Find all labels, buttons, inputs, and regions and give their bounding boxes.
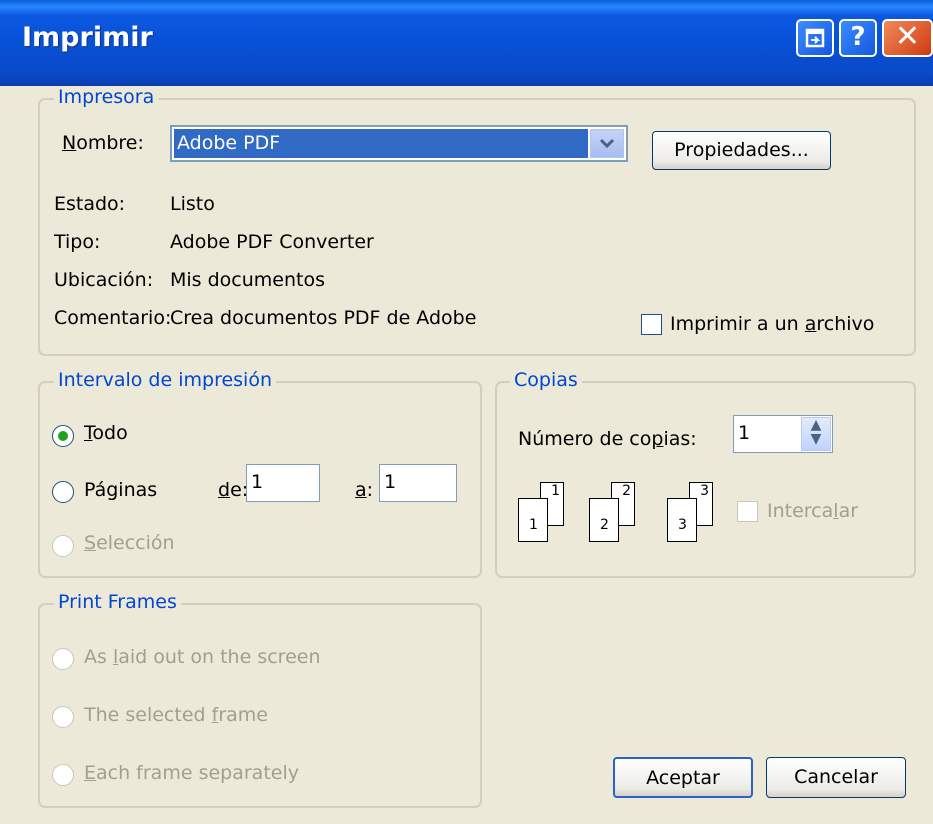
window-title: Imprimir bbox=[22, 22, 153, 53]
collate-label[interactable]: Intercalar bbox=[767, 500, 858, 522]
properties-button[interactable]: Propiedades... bbox=[652, 131, 831, 170]
frames-option2-label[interactable]: The selected frame bbox=[84, 704, 268, 726]
printer-name-label: Nombre: bbox=[62, 132, 144, 154]
range-selection-radio[interactable] bbox=[52, 535, 74, 557]
range-from-input[interactable]: 1 bbox=[246, 464, 320, 502]
help-button[interactable]: ? bbox=[839, 19, 877, 57]
ok-button-label: Aceptar bbox=[646, 767, 720, 789]
range-all-radio[interactable] bbox=[52, 425, 74, 447]
location-value: Mis documentos bbox=[170, 269, 325, 291]
collate-page-1-front: 1 bbox=[518, 498, 548, 542]
collate-page-3-front: 3 bbox=[667, 498, 697, 542]
copies-count-label: Número de copias: bbox=[518, 428, 697, 450]
range-to-input[interactable]: 1 bbox=[379, 464, 457, 502]
copies-count-value: 1 bbox=[738, 422, 751, 444]
print-range-legend: Intervalo de impresión bbox=[54, 369, 276, 391]
ok-button[interactable]: Aceptar bbox=[613, 757, 753, 798]
printer-name-combobox[interactable]: Adobe PDF bbox=[170, 125, 628, 162]
collate-page-2-front: 2 bbox=[589, 498, 619, 542]
spinner-arrows-icon[interactable]: ▲ ▼ bbox=[801, 417, 831, 451]
print-frames-legend: Print Frames bbox=[54, 591, 181, 613]
cancel-button-label: Cancelar bbox=[794, 766, 878, 788]
frames-option2-radio[interactable] bbox=[52, 706, 74, 728]
collate-page-label: 2 bbox=[600, 517, 609, 533]
cancel-button[interactable]: Cancelar bbox=[766, 757, 906, 798]
location-label: Ubicación: bbox=[54, 269, 154, 291]
restore-button[interactable] bbox=[796, 19, 834, 57]
range-selection-label[interactable]: Selección bbox=[84, 532, 175, 554]
copies-legend: Copias bbox=[510, 369, 582, 391]
printer-group-legend: Impresora bbox=[54, 86, 159, 108]
title-bar[interactable]: Imprimir ? ✕ bbox=[0, 0, 933, 86]
type-label: Tipo: bbox=[54, 231, 101, 253]
frames-option1-radio[interactable] bbox=[52, 648, 74, 670]
print-to-file-label[interactable]: Imprimir a un archivo bbox=[670, 313, 874, 335]
range-pages-radio[interactable] bbox=[52, 481, 74, 503]
print-to-file-checkbox[interactable] bbox=[641, 314, 662, 335]
comment-value: Crea documentos PDF de Adobe bbox=[170, 307, 477, 329]
collate-page-label: 1 bbox=[551, 483, 560, 499]
chevron-down-icon bbox=[599, 138, 615, 149]
dropdown-button[interactable] bbox=[590, 129, 624, 158]
collate-page-label: 2 bbox=[622, 483, 631, 499]
restore-icon bbox=[805, 28, 825, 48]
frames-option3-radio[interactable] bbox=[52, 764, 74, 786]
status-label: Estado: bbox=[54, 193, 126, 215]
frames-option3-label[interactable]: Each frame separately bbox=[84, 762, 299, 784]
range-to-label: a: bbox=[355, 479, 374, 501]
range-from-label: de: bbox=[218, 479, 249, 501]
properties-button-label: Propiedades... bbox=[674, 139, 809, 161]
type-value: Adobe PDF Converter bbox=[170, 231, 374, 253]
status-value: Listo bbox=[170, 193, 215, 215]
range-pages-label[interactable]: Páginas bbox=[84, 479, 157, 501]
collate-checkbox[interactable] bbox=[737, 501, 758, 522]
close-icon: ✕ bbox=[894, 19, 921, 54]
help-icon: ? bbox=[850, 22, 866, 52]
collate-page-label: 3 bbox=[678, 517, 687, 533]
collate-page-label: 3 bbox=[700, 483, 709, 499]
frames-option1-label[interactable]: As laid out on the screen bbox=[84, 646, 320, 668]
copies-group bbox=[495, 381, 916, 578]
collate-page-label: 1 bbox=[529, 517, 538, 533]
printer-name-value: Adobe PDF bbox=[174, 129, 588, 158]
close-button[interactable]: ✕ bbox=[882, 19, 933, 57]
comment-label: Comentario: bbox=[54, 307, 172, 329]
range-all-label[interactable]: Todo bbox=[84, 422, 128, 444]
copies-count-input[interactable]: 1 ▲ ▼ bbox=[733, 415, 833, 453]
